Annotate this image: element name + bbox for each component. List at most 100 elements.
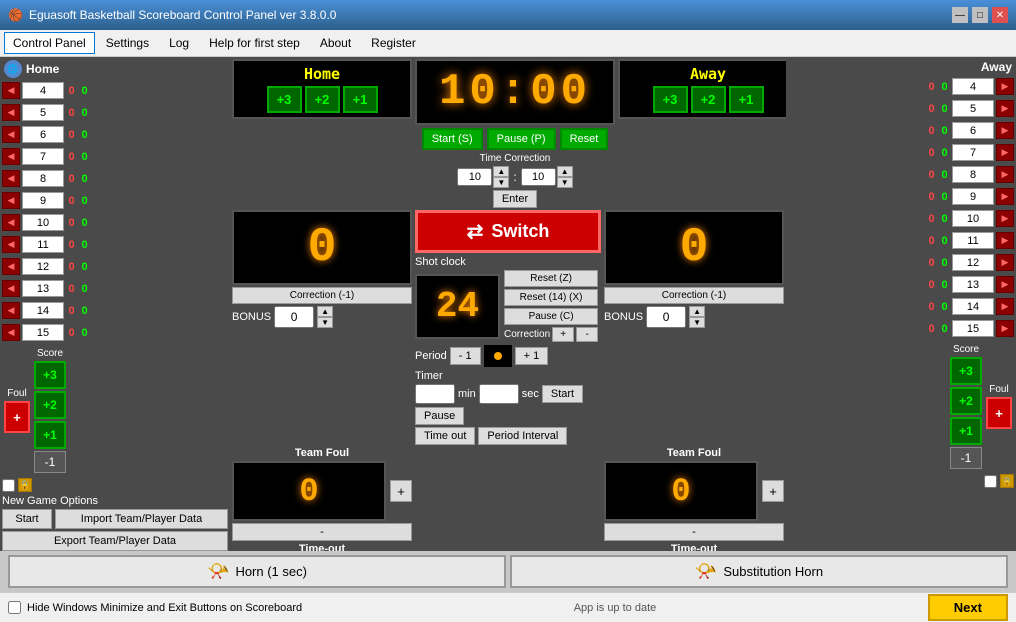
shot-clock-reset-z-button[interactable]: Reset (Z)	[504, 270, 598, 287]
time-correction-input2[interactable]	[521, 168, 556, 186]
home-player-number-0[interactable]	[22, 82, 64, 99]
away-bonus-input[interactable]	[646, 306, 686, 328]
clock-start-button[interactable]: Start (S)	[422, 128, 483, 150]
period-plus-button[interactable]: + 1	[515, 347, 549, 365]
menu-about[interactable]: About	[311, 32, 360, 54]
away-player-number-6[interactable]	[952, 210, 994, 227]
away-player-number-0[interactable]	[952, 78, 994, 95]
away-player-arrow-2[interactable]: ▶	[996, 122, 1014, 139]
home-player-arrow-5[interactable]: ◀	[2, 192, 20, 209]
away-player-arrow-7[interactable]: ▶	[996, 232, 1014, 249]
away-bonus-down-button[interactable]: ▼	[689, 317, 705, 328]
home-player-arrow-0[interactable]: ◀	[2, 82, 20, 99]
home-player-arrow-7[interactable]: ◀	[2, 236, 20, 253]
home-team-foul-plus-button[interactable]: +	[390, 480, 412, 502]
timer-start-button[interactable]: Start	[542, 385, 583, 403]
tc2-down-button[interactable]: ▼	[557, 177, 573, 188]
period-interval-button[interactable]: Period Interval	[478, 427, 567, 445]
time-correction-input1[interactable]	[457, 168, 492, 186]
away-player-number-7[interactable]	[952, 232, 994, 249]
home-score-plus2-button[interactable]: +2	[34, 391, 66, 419]
away-team-foul-minus-button[interactable]: -	[604, 523, 784, 541]
away-player-number-9[interactable]	[952, 276, 994, 293]
away-player-arrow-6[interactable]: ▶	[996, 210, 1014, 227]
horn-sub-button[interactable]: 📯 Substitution Horn	[510, 555, 1008, 588]
away-score-plus2-button[interactable]: +2	[950, 387, 982, 415]
away-player-arrow-3[interactable]: ▶	[996, 144, 1014, 161]
maximize-button[interactable]: □	[972, 7, 988, 23]
away-team-foul-plus-button[interactable]: +	[762, 480, 784, 502]
shot-clock-pause-button[interactable]: Pause (C)	[504, 308, 598, 325]
timer-pause-button[interactable]: Pause	[415, 407, 464, 425]
timer-sec-input[interactable]	[479, 384, 519, 404]
away-player-number-2[interactable]	[952, 122, 994, 139]
home-score-plus1-button[interactable]: +1	[34, 421, 66, 449]
home-bonus-input[interactable]	[274, 306, 314, 328]
menu-log[interactable]: Log	[160, 32, 198, 54]
away-player-arrow-10[interactable]: ▶	[996, 298, 1014, 315]
menu-control-panel[interactable]: Control Panel	[4, 32, 95, 54]
away-score-minus1-button[interactable]: -1	[950, 447, 982, 469]
away-score-plus3-button[interactable]: +3	[950, 357, 982, 385]
home-player-arrow-9[interactable]: ◀	[2, 280, 20, 297]
clock-pause-button[interactable]: Pause (P)	[487, 128, 556, 150]
close-button[interactable]: ✕	[992, 7, 1008, 23]
away-player-number-3[interactable]	[952, 144, 994, 161]
home-bonus-up-button[interactable]: ▲	[317, 306, 333, 317]
home-add1-button[interactable]: +1	[343, 86, 378, 113]
away-player-number-1[interactable]	[952, 100, 994, 117]
away-player-arrow-5[interactable]: ▶	[996, 188, 1014, 205]
next-button[interactable]: Next	[928, 594, 1008, 621]
shot-clock-plus-button[interactable]: +	[552, 327, 574, 342]
shot-clock-minus-button[interactable]: -	[576, 327, 598, 342]
timeout-button[interactable]: Time out	[415, 427, 475, 445]
export-team-button[interactable]: Export Team/Player Data	[2, 531, 228, 551]
clock-reset-button[interactable]: Reset	[560, 128, 609, 150]
away-bonus-up-button[interactable]: ▲	[689, 306, 705, 317]
home-player-number-1[interactable]	[22, 104, 64, 121]
timer-min-input[interactable]	[415, 384, 455, 404]
menu-settings[interactable]: Settings	[97, 32, 158, 54]
tc1-down-button[interactable]: ▼	[493, 177, 509, 188]
home-player-arrow-1[interactable]: ◀	[2, 104, 20, 121]
away-player-arrow-0[interactable]: ▶	[996, 78, 1014, 95]
away-checkbox[interactable]	[984, 475, 997, 488]
home-player-checkbox[interactable]	[2, 479, 15, 492]
away-foul-red-button[interactable]: +	[986, 397, 1012, 429]
away-correction-button[interactable]: Correction (-1)	[604, 287, 784, 304]
home-correction-button[interactable]: Correction (-1)	[232, 287, 412, 304]
away-player-number-5[interactable]	[952, 188, 994, 205]
away-score-plus1-button[interactable]: +1	[950, 417, 982, 445]
away-player-arrow-8[interactable]: ▶	[996, 254, 1014, 271]
home-player-arrow-11[interactable]: ◀	[2, 324, 20, 341]
menu-help[interactable]: Help for first step	[200, 32, 309, 54]
home-score-plus3-button[interactable]: +3	[34, 361, 66, 389]
switch-button[interactable]: ⇄ Switch	[415, 210, 601, 253]
home-player-number-8[interactable]	[22, 258, 64, 275]
tc-enter-button[interactable]: Enter	[493, 190, 537, 208]
home-bonus-down-button[interactable]: ▼	[317, 317, 333, 328]
away-player-number-8[interactable]	[952, 254, 994, 271]
away-player-number-11[interactable]	[952, 320, 994, 337]
shot-clock-reset14-button[interactable]: Reset (14) (X)	[504, 289, 598, 306]
home-player-number-9[interactable]	[22, 280, 64, 297]
home-player-arrow-8[interactable]: ◀	[2, 258, 20, 275]
home-player-number-11[interactable]	[22, 324, 64, 341]
home-player-arrow-2[interactable]: ◀	[2, 126, 20, 143]
away-player-arrow-11[interactable]: ▶	[996, 320, 1014, 337]
away-add1-button[interactable]: +1	[729, 86, 764, 113]
away-player-number-10[interactable]	[952, 298, 994, 315]
away-player-number-4[interactable]	[952, 166, 994, 183]
period-minus-button[interactable]: - 1	[450, 347, 481, 365]
home-player-arrow-4[interactable]: ◀	[2, 170, 20, 187]
start-new-game-button[interactable]: Start	[2, 509, 52, 529]
home-player-number-3[interactable]	[22, 148, 64, 165]
horn1-button[interactable]: 📯 Horn (1 sec)	[8, 555, 506, 588]
home-player-number-2[interactable]	[22, 126, 64, 143]
home-foul-red-button[interactable]: +	[4, 401, 30, 433]
home-player-number-7[interactable]	[22, 236, 64, 253]
home-player-number-10[interactable]	[22, 302, 64, 319]
menu-register[interactable]: Register	[362, 32, 425, 54]
tc1-up-button[interactable]: ▲	[493, 166, 509, 177]
home-player-arrow-3[interactable]: ◀	[2, 148, 20, 165]
